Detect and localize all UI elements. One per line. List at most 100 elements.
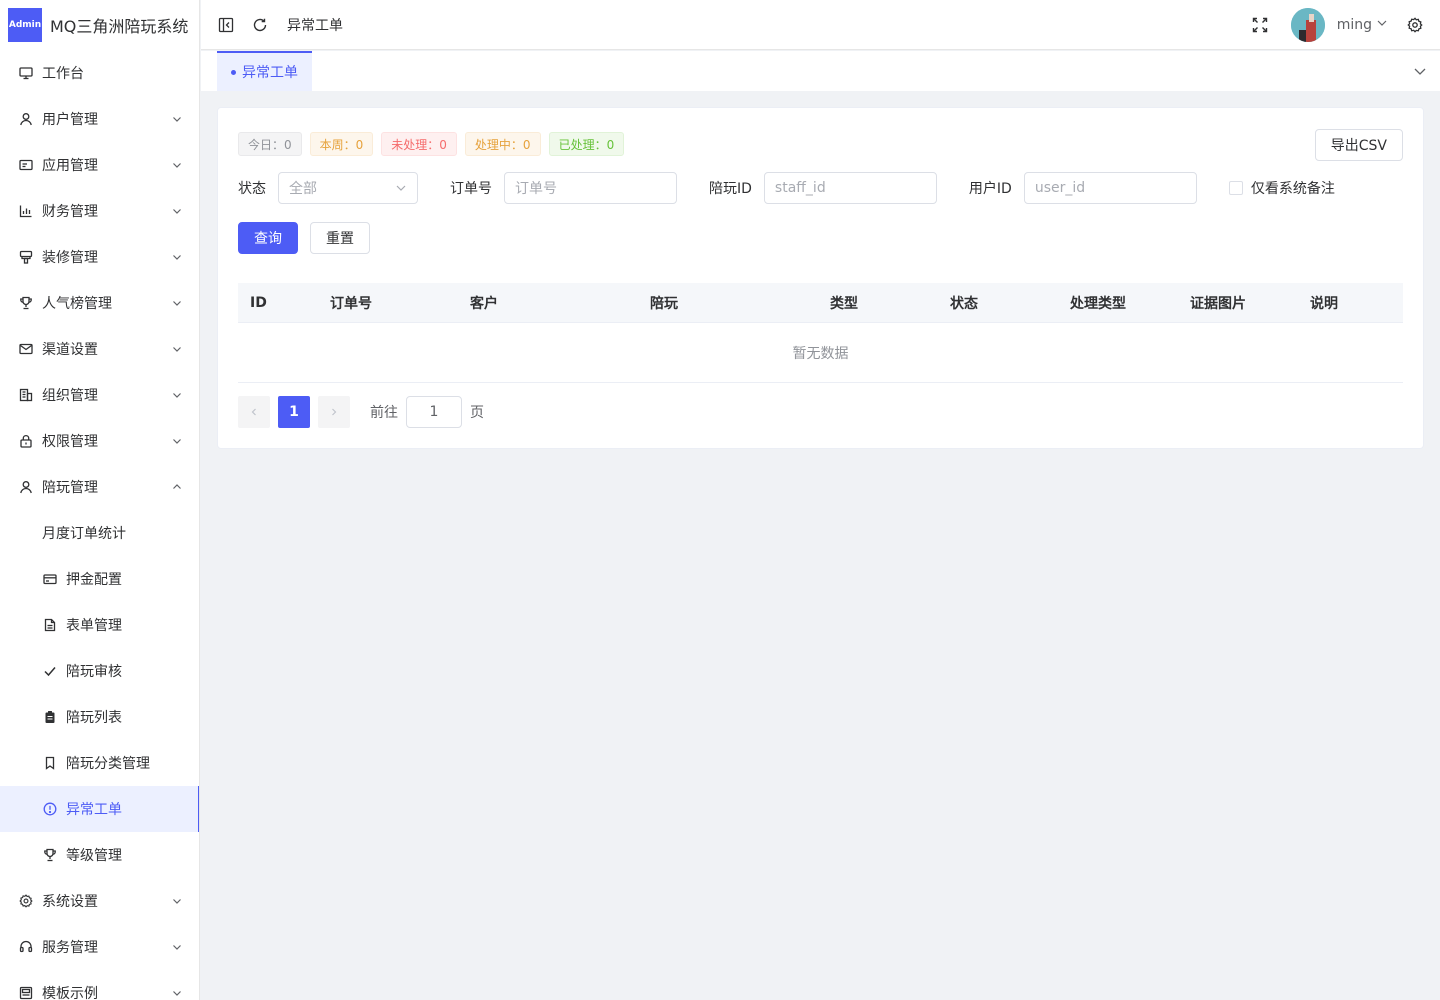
- sidebar-item[interactable]: 月度订单统计: [0, 510, 199, 556]
- trophy-icon: [18, 295, 34, 311]
- stat-tag: 本周：0: [309, 132, 374, 156]
- sidebar-item[interactable]: 财务管理: [0, 188, 199, 234]
- chevron-down-icon: [171, 343, 183, 355]
- table-column-header: 客户: [470, 295, 498, 312]
- sidebar-item[interactable]: 押金配置: [0, 556, 199, 602]
- breadcrumb: 异常工单: [287, 17, 343, 34]
- sidebar-item[interactable]: 陪玩分类管理: [0, 740, 199, 786]
- fullscreen-icon[interactable]: [1251, 16, 1269, 34]
- active-dot: [231, 69, 236, 75]
- sidebar-item[interactable]: 模板示例: [0, 970, 199, 1000]
- table-column-header: 说明: [1310, 295, 1338, 312]
- building-icon: [18, 387, 34, 403]
- sidebar-item[interactable]: 应用管理: [0, 142, 199, 188]
- table-empty: 暂无数据: [238, 323, 1403, 383]
- refresh-icon[interactable]: [251, 16, 269, 34]
- checkbox-label: 仅看系统备注: [1250, 181, 1335, 197]
- tab-label: 异常工单: [242, 65, 298, 81]
- sidebar-item[interactable]: 权限管理: [0, 418, 199, 464]
- lock-icon: [18, 433, 34, 449]
- sidebar-item[interactable]: 等级管理: [0, 832, 199, 878]
- sidebar-item[interactable]: 陪玩管理: [0, 464, 199, 510]
- chevron-right-icon: [332, 408, 337, 416]
- sidebar-item[interactable]: 用户管理: [0, 96, 199, 142]
- table-column-header: 类型: [830, 295, 858, 312]
- export-csv-button[interactable]: 导出CSV: [1314, 129, 1403, 161]
- monitor-icon: [18, 65, 34, 81]
- sidebar-item[interactable]: 异常工单: [0, 786, 199, 832]
- sidebar-item[interactable]: 服务管理: [0, 924, 199, 970]
- query-button[interactable]: 查询: [238, 222, 298, 254]
- stat-tag: 已处理：0: [548, 132, 625, 156]
- sidebar-item[interactable]: 陪玩审核: [0, 648, 199, 694]
- user-menu[interactable]: ming: [1337, 17, 1388, 33]
- staff-id-input[interactable]: staff_id: [763, 172, 937, 204]
- table-column-header: 陪玩: [650, 295, 678, 312]
- tabs-more-dropdown[interactable]: [1400, 51, 1440, 91]
- goto-page-input[interactable]: 1: [406, 396, 462, 428]
- sidebar-item-label: 异常工单: [66, 802, 122, 818]
- orders-table: ID 订单号 客户 陪玩 类型 状态 处理类型 证据图片 说明 暂无数据: [238, 283, 1403, 383]
- chevron-down-icon: [1414, 68, 1426, 75]
- collapse-sidebar-icon[interactable]: [217, 16, 235, 34]
- status-select[interactable]: 全部: [278, 172, 418, 204]
- chevron-down-icon: [171, 251, 183, 263]
- filter-form: 状态 全部 订单号 订单号 陪玩ID staff_id 用户ID user_id…: [238, 172, 1335, 204]
- sidebar-item-label: 系统设置: [42, 894, 98, 910]
- sidebar-item[interactable]: 工作台: [0, 50, 199, 96]
- sidebar-item-label: 渠道设置: [42, 342, 98, 358]
- user-id-input[interactable]: user_id: [1023, 172, 1197, 204]
- page-number[interactable]: 1: [278, 396, 310, 428]
- document-icon: [42, 617, 58, 633]
- status-label: 状态: [238, 181, 266, 197]
- sidebar-item-label: 权限管理: [42, 434, 98, 450]
- sidebar-item-label: 月度订单统计: [42, 526, 126, 542]
- checkbox-box[interactable]: [1228, 181, 1243, 195]
- sidebar-item[interactable]: 系统设置: [0, 878, 199, 924]
- prev-page-button[interactable]: [238, 396, 270, 428]
- reset-button[interactable]: 重置: [310, 222, 370, 254]
- sidebar-item-label: 陪玩列表: [66, 710, 122, 726]
- goto-label: 前往: [370, 405, 398, 421]
- logo-area[interactable]: Admin MQ三角洲陪玩系统: [0, 0, 199, 50]
- next-page-button[interactable]: [318, 396, 350, 428]
- sidebar-item-label: 押金配置: [66, 572, 122, 588]
- sidebar-item-label: 服务管理: [42, 940, 98, 956]
- sidebar-item[interactable]: 人气榜管理: [0, 280, 199, 326]
- chart-icon: [18, 203, 34, 219]
- brush-icon: [18, 249, 34, 265]
- top-header: 异常工单 ming: [201, 0, 1440, 50]
- mail-icon: [18, 341, 34, 357]
- sidebar-item[interactable]: 渠道设置: [0, 326, 199, 372]
- tab-abnormal-order[interactable]: 异常工单: [217, 51, 312, 91]
- sidebar-item[interactable]: 表单管理: [0, 602, 199, 648]
- staff-id-label: 陪玩ID: [709, 181, 752, 197]
- sidebar-item-label: 应用管理: [42, 158, 98, 174]
- order-label: 订单号: [450, 181, 492, 197]
- stat-tag: 未处理：0: [381, 132, 457, 156]
- avatar[interactable]: [1290, 7, 1325, 42]
- chevron-down-icon: [171, 987, 183, 999]
- clipboard-icon: [42, 709, 58, 725]
- check-icon: [42, 663, 58, 679]
- only-system-note-checkbox[interactable]: 仅看系统备注: [1228, 178, 1335, 198]
- stat-tag: 处理中：0: [464, 132, 541, 156]
- sidebar-item[interactable]: 陪玩列表: [0, 694, 199, 740]
- sidebar-item-label: 陪玩分类管理: [66, 756, 150, 772]
- chevron-down-icon: [171, 205, 183, 217]
- chevron-down-icon: [171, 113, 183, 125]
- order-input[interactable]: 订单号: [504, 172, 677, 204]
- chevron-down-icon: [171, 435, 183, 447]
- gear-icon[interactable]: [1406, 16, 1424, 34]
- sidebar-item[interactable]: 装修管理: [0, 234, 199, 280]
- sidebar-item[interactable]: 组织管理: [0, 372, 199, 418]
- app-title: MQ三角洲陪玩系统: [50, 17, 189, 36]
- chevron-down-icon: [1376, 17, 1388, 33]
- table-header: ID 订单号 客户 陪玩 类型 状态 处理类型 证据图片 说明: [238, 283, 1403, 323]
- info-circle-icon: [42, 801, 58, 817]
- sidebar-item-label: 用户管理: [42, 112, 98, 128]
- content-card: 今日：0 本周：0 未处理：0 处理中：0 已处理：0 导出CSV 状态 全部 订单号 …: [217, 107, 1424, 449]
- chevron-left-icon: [251, 408, 256, 416]
- trophy-icon: [42, 847, 58, 863]
- chevron-up-icon: [171, 481, 183, 493]
